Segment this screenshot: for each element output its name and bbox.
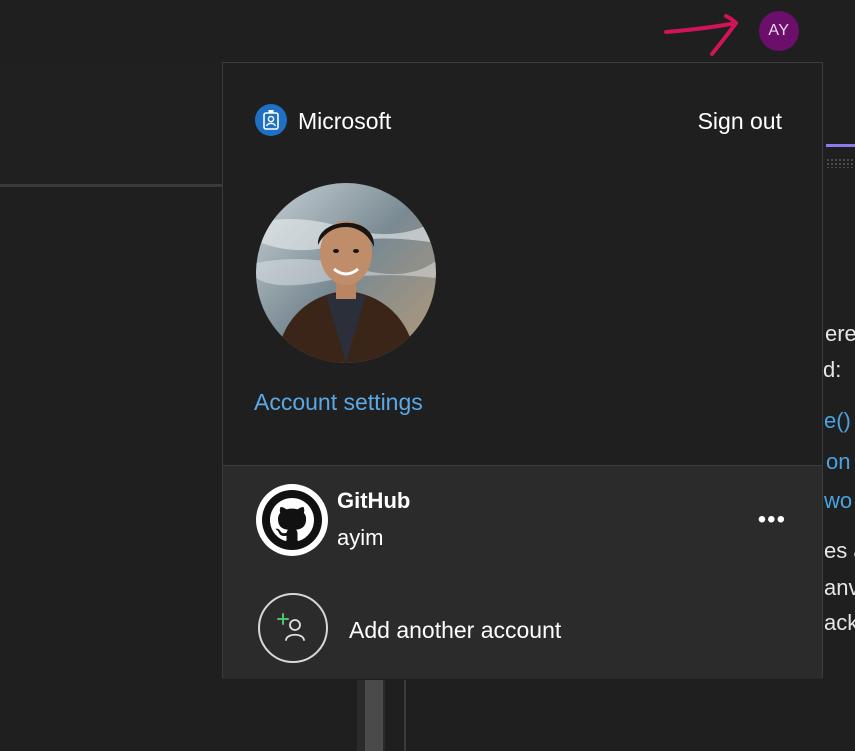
side-panel [0,62,222,186]
editor-code-fragment: e() [824,408,851,433]
add-another-account-button[interactable]: Add another account [349,617,561,644]
editor-code-fragment: wo [824,488,853,513]
account-avatar-button[interactable]: AY [759,11,799,51]
add-account-icon[interactable] [258,593,328,663]
scrollbar-thumb[interactable] [365,680,383,751]
microsoft-account-icon [255,104,287,136]
account-provider-label: Microsoft [298,108,392,134]
editor-divider [404,680,406,751]
account-username: ayim [337,525,384,550]
drag-handle[interactable] [826,158,855,168]
editor-text-fragment: ere [825,321,855,346]
editor-text-fragment: d: [823,357,842,382]
sign-out-button[interactable]: Sign out [698,108,782,135]
editor-text-fragment: es a [824,538,855,563]
account-service-name: GitHub [337,488,411,513]
editor-text-fragment: anv [824,575,855,600]
active-tab-indicator [826,144,855,147]
account-flyout: Microsoft Sign out Account settings GitH… [222,62,823,679]
annotation-arrow-icon [664,14,738,56]
primary-account-section: Microsoft Sign out Account settings [223,63,822,465]
github-icon [256,484,328,556]
more-options-button[interactable]: ••• [758,506,786,534]
account-settings-link[interactable]: Account settings [254,389,423,416]
profile-photo [256,183,436,363]
editor-text-fragment: ack [824,610,855,635]
panel-divider [0,184,222,187]
editor-code-fragment: on [826,449,851,474]
other-accounts-section: GitHub ayim ••• Add another account [223,465,822,679]
